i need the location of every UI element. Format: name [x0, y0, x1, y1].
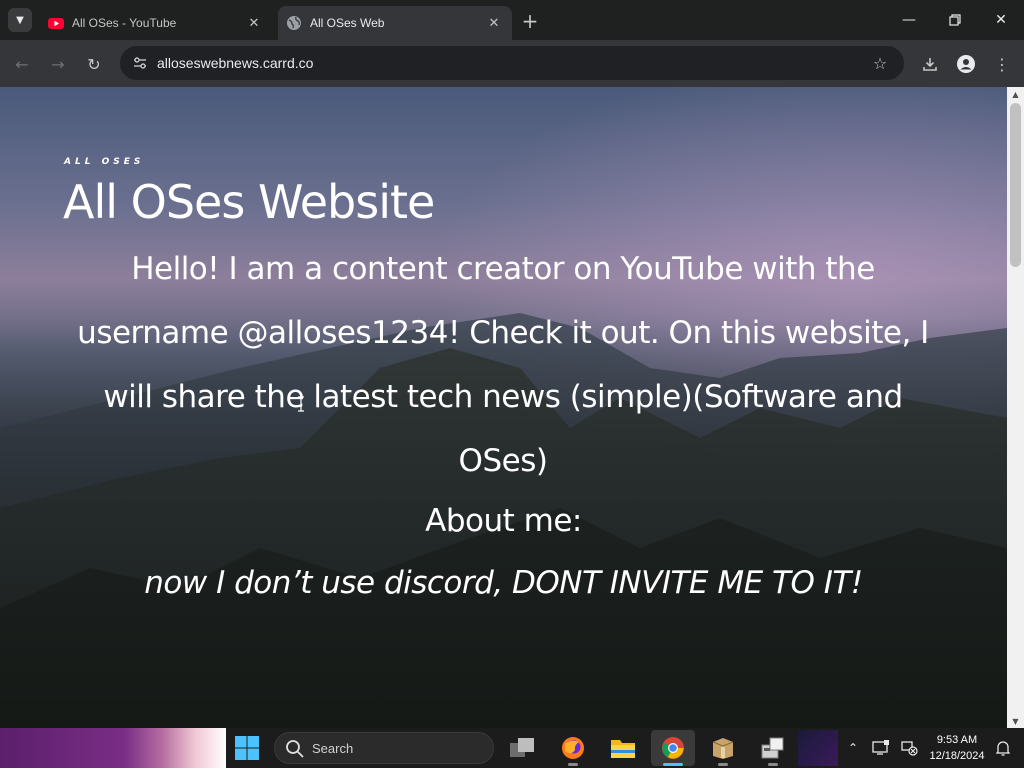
profile-icon	[957, 55, 975, 73]
back-button[interactable]: ←	[8, 50, 36, 78]
clock-date: 12/18/2024	[929, 750, 985, 762]
running-indicator	[718, 763, 728, 766]
arrow-right-icon: →	[51, 54, 65, 74]
network-tray-icon[interactable]	[898, 736, 920, 760]
tab-title: All OSes Web	[310, 16, 385, 30]
clock-time: 9:53 AM	[936, 734, 978, 746]
url-text[interactable]: alloseswebnews.carrd.co	[157, 55, 313, 71]
bookmark-star-button[interactable]: ☆	[868, 51, 892, 75]
firefox-icon	[562, 737, 584, 759]
address-bar[interactable]: alloseswebnews.carrd.co ☆	[120, 46, 904, 80]
archive-app[interactable]	[701, 730, 745, 766]
search-icon	[286, 740, 304, 758]
firefox-app[interactable]	[551, 730, 595, 766]
more-vert-icon: ⋮	[994, 54, 1010, 74]
tab-search-button[interactable]: ▼	[8, 8, 32, 32]
plus-icon: +	[521, 9, 539, 33]
download-icon	[923, 58, 937, 71]
restore-button[interactable]	[932, 0, 978, 40]
about-heading: About me:	[425, 503, 582, 539]
task-view-button[interactable]	[500, 730, 544, 766]
reload-button[interactable]: ↻	[80, 50, 108, 78]
task-view-icon	[510, 738, 534, 757]
taskbar: Search ⌃ 9:53 AM 12/18/2024	[0, 728, 1024, 768]
folder-icon	[611, 740, 635, 758]
chrome-app[interactable]	[651, 730, 695, 766]
close-icon[interactable]: ✕	[484, 13, 504, 33]
page-scrollbar[interactable]: ▲ ▼	[1007, 87, 1024, 728]
intro-paragraph: Hello! I am a content creator on YouTube…	[77, 251, 929, 479]
site-settings-icon[interactable]	[128, 51, 152, 75]
search-label: Search	[312, 741, 354, 756]
star-icon: ☆	[872, 53, 888, 73]
menu-button[interactable]: ⋮	[988, 50, 1016, 78]
installer-icon	[761, 737, 784, 759]
tune-icon	[134, 57, 146, 69]
clock[interactable]: 9:53 AM 12/18/2024	[922, 732, 992, 764]
profile-button[interactable]	[952, 50, 980, 78]
notifications-button[interactable]	[992, 736, 1014, 760]
youtube-icon	[48, 18, 64, 29]
page-viewport: ALL OSES All OSes Website Hello! I am a …	[0, 87, 1007, 728]
monitor-icon	[872, 740, 889, 755]
display-tray-icon[interactable]	[870, 736, 892, 760]
chevron-up-icon: ⌃	[847, 741, 859, 755]
arrow-left-icon: ←	[15, 54, 29, 74]
windows-start-icon[interactable]	[234, 735, 260, 761]
running-indicator	[568, 763, 578, 766]
installer-app[interactable]	[751, 730, 795, 766]
discord-note: now I don’t use discord, DONT INVITE ME …	[144, 565, 863, 601]
app-thumbnail	[798, 730, 838, 766]
globe-icon	[287, 16, 301, 30]
chrome-icon	[662, 737, 684, 759]
tab-alloses-web[interactable]: All OSes Web ✕	[278, 6, 512, 40]
running-indicator	[768, 763, 778, 766]
minimize-button[interactable]: —	[886, 0, 932, 40]
chevron-down-icon: ▼	[16, 14, 24, 26]
page-title: All OSes Website	[63, 175, 435, 229]
close-window-button[interactable]: ✕	[978, 0, 1024, 40]
no-internet-icon	[901, 741, 918, 756]
minimize-icon: —	[902, 12, 916, 28]
site-kicker: ALL OSES	[64, 157, 145, 167]
scrollbar-thumb[interactable]	[1010, 103, 1021, 267]
bell-icon	[996, 741, 1010, 756]
restore-icon	[949, 14, 961, 26]
running-indicator	[663, 763, 683, 766]
reload-icon: ↻	[87, 54, 101, 74]
tab-strip: ▼ All OSes - YouTube ✕ All OSes Web ✕ + …	[0, 0, 1024, 40]
show-hidden-icons-button[interactable]: ⌃	[842, 736, 864, 760]
tab-youtube[interactable]: All OSes - YouTube ✕	[40, 6, 272, 40]
scroll-down-arrow-icon[interactable]: ▼	[1007, 714, 1024, 728]
close-icon: ✕	[995, 12, 1007, 28]
downloads-button[interactable]	[916, 50, 944, 78]
scroll-up-arrow-icon[interactable]: ▲	[1007, 87, 1024, 101]
text-cursor-icon	[298, 396, 304, 412]
new-tab-button[interactable]: +	[518, 9, 542, 33]
file-explorer-app[interactable]	[601, 730, 645, 766]
tab-title: All OSes - YouTube	[72, 16, 177, 30]
close-icon[interactable]: ✕	[244, 13, 264, 33]
widgets-button[interactable]	[0, 728, 226, 768]
taskbar-search[interactable]: Search	[274, 732, 494, 764]
browser-toolbar: ← → ↻ alloseswebnews.carrd.co ☆ ⋮	[0, 40, 1024, 87]
forward-button[interactable]: →	[44, 50, 72, 78]
dark-app-thumbnail[interactable]	[797, 730, 839, 766]
archive-icon	[712, 738, 734, 759]
